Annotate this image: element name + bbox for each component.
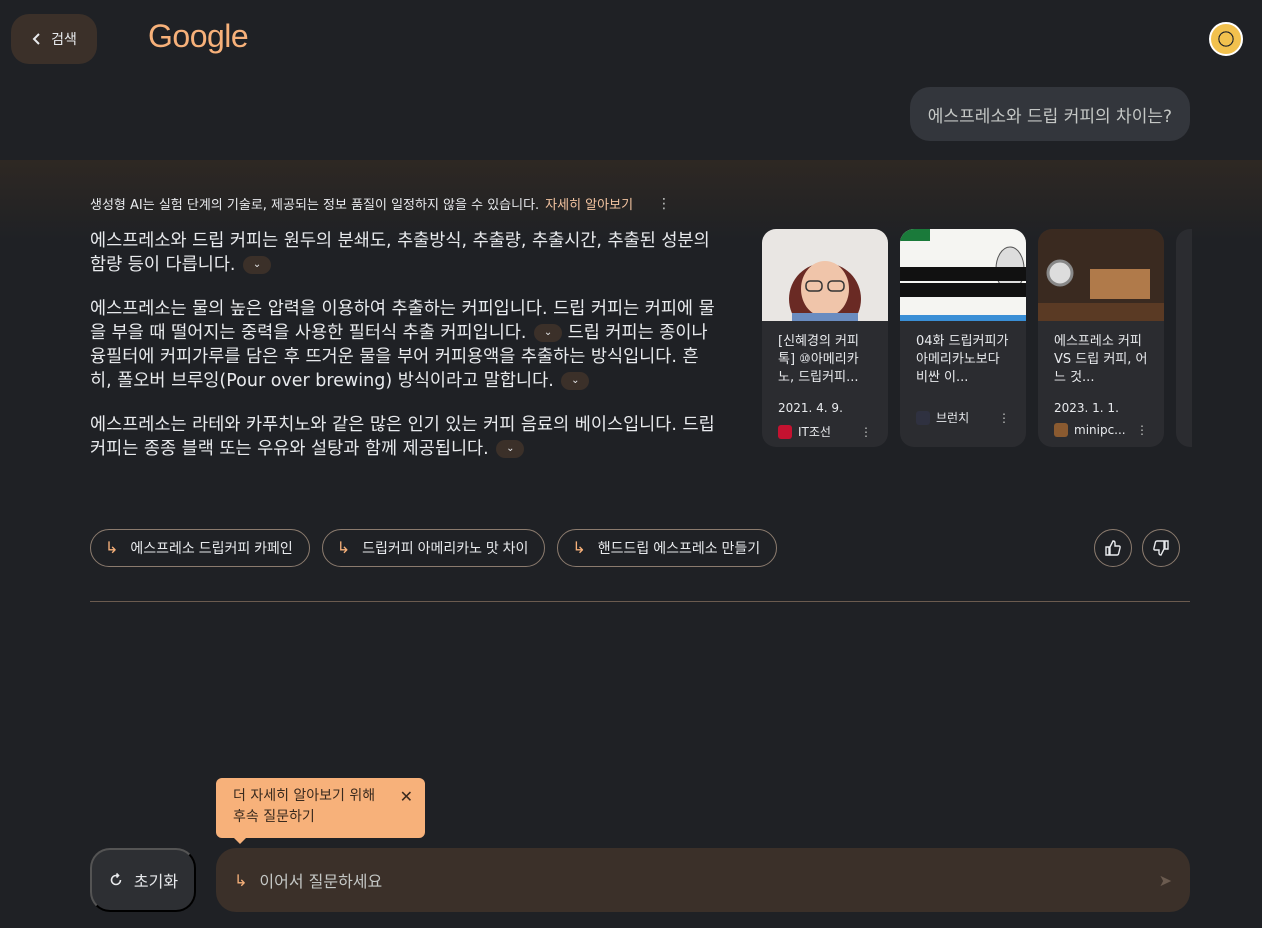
answer-text: 에스프레소는 라테와 카푸치노와 같은 많은 인기 있는 커피 음료의 베이스입…	[90, 415, 715, 459]
disclaimer-text: 생성형 AI는 실험 단계의 기술로, 제공되는 정보 품질이 일정하지 않을 …	[90, 198, 540, 213]
more-options-icon[interactable]: ⋮	[1136, 423, 1148, 437]
source-card[interactable]: 04화 드립커피가 아메리카노보다 비싼 이... 브런치 ⋮	[900, 229, 1026, 447]
google-logo[interactable]: Google	[148, 18, 249, 55]
top-bar: 검색 Google	[0, 0, 1262, 80]
chevron-down-icon[interactable]: ⌄	[496, 440, 525, 458]
followup-input[interactable]: ↳ 이어서 질문하세요 ➤	[216, 848, 1190, 912]
chevron-left-icon	[32, 33, 40, 45]
reply-arrow-icon: ↳	[105, 540, 119, 557]
reset-label: 초기화	[133, 874, 179, 891]
source-card[interactable]: [신혜경의 커피톡] ⑩아메리카노, 드립커피... 2021. 4. 9. I…	[762, 229, 888, 447]
tooltip-text: 더 자세히 알아보기 위해	[233, 788, 376, 804]
source-site: minipc... ⋮	[1038, 415, 1164, 437]
answer-paragraph: 에스프레소는 라테와 카푸치노와 같은 많은 인기 있는 커피 음료의 베이스입…	[90, 413, 720, 461]
thumbs-down-icon	[1153, 540, 1169, 556]
answer-paragraph: 에스프레소와 드립 커피는 원두의 분쇄도, 추출방식, 추출량, 추출시간, …	[90, 229, 720, 277]
site-favicon-icon	[778, 424, 792, 439]
more-options-icon[interactable]: ⋮	[657, 196, 671, 212]
followup-label: 드립커피 아메리카노 맛 차이	[362, 540, 529, 556]
more-options-icon[interactable]: ⋮	[998, 411, 1010, 425]
reply-arrow-icon: ↳	[234, 870, 248, 890]
chevron-down-icon[interactable]: ⌄	[534, 324, 563, 342]
answer-text: 에스프레소와 드립 커피는 원두의 분쇄도, 추출방식, 추출량, 추출시간, …	[90, 231, 710, 275]
source-date: 2021. 4. 9.	[778, 401, 843, 415]
reset-button[interactable]: 초기화	[90, 848, 196, 912]
chevron-down-icon[interactable]: ⌄	[561, 372, 590, 390]
input-placeholder: 이어서 질문하세요	[259, 872, 383, 891]
ai-answer: 에스프레소와 드립 커피는 원두의 분쇄도, 추출방식, 추출량, 추출시간, …	[90, 229, 720, 481]
source-site-name: minipc...	[1074, 423, 1126, 437]
thumbs-down-button[interactable]	[1142, 529, 1180, 567]
followup-chip[interactable]: ↳ 드립커피 아메리카노 맛 차이	[321, 529, 546, 567]
source-site: 브런치 ⋮	[900, 401, 1026, 426]
avatar[interactable]	[1209, 22, 1243, 56]
source-title: 에스프레소 커피 VS 드립 커피, 어느 것...	[1054, 334, 1148, 385]
source-cards: [신혜경의 커피톡] ⑩아메리카노, 드립커피... 2021. 4. 9. I…	[762, 229, 1192, 449]
section-divider	[90, 601, 1190, 602]
source-title: 04화 드립커피가 아메리카노보다 비싼 이...	[916, 334, 1009, 385]
followup-label: 에스프레소 드립커피 카페인	[130, 540, 293, 556]
close-icon[interactable]: ✕	[400, 786, 413, 807]
source-date: 2023. 1. 1.	[1054, 401, 1119, 415]
chevron-down-icon[interactable]: ⌄	[243, 256, 272, 274]
source-thumbnail	[762, 229, 888, 335]
site-favicon-icon	[1054, 423, 1068, 437]
followup-chips: ↳ 에스프레소 드립커피 카페인 ↳ 드립커피 아메리카노 맛 차이 ↳ 핸드드립 에…	[90, 529, 778, 567]
source-site-name: 브런치	[936, 411, 970, 425]
source-card-partial[interactable]	[1176, 229, 1192, 447]
source-site: IT조선 ⋮	[762, 415, 888, 440]
followup-chip[interactable]: ↳ 에스프레소 드립커피 카페인	[90, 529, 310, 567]
followup-tooltip: 더 자세히 알아보기 위해 후속 질문하기 ✕	[216, 778, 425, 844]
more-options-icon[interactable]: ⋮	[860, 425, 872, 439]
source-card[interactable]: 에스프레소 커피 VS 드립 커피, 어느 것... 2023. 1. 1. m…	[1038, 229, 1164, 447]
ai-disclaimer: 생성형 AI는 실험 단계의 기술로, 제공되는 정보 품질이 일정하지 않을 …	[90, 194, 671, 214]
reply-arrow-icon: ↳	[572, 540, 586, 557]
followup-label: 핸드드립 에스프레소 만들기	[597, 540, 761, 556]
thumbs-up-button[interactable]	[1094, 529, 1132, 567]
site-favicon-icon	[916, 410, 930, 425]
followup-chip[interactable]: ↳ 핸드드립 에스프레소 만들기	[557, 529, 778, 567]
user-query-bubble: 에스프레소와 드립 커피의 차이는?	[909, 87, 1190, 141]
source-site-name: IT조선	[798, 425, 831, 439]
back-to-search-button[interactable]: 검색	[11, 14, 97, 64]
send-icon[interactable]: ➤	[1159, 871, 1172, 890]
learn-more-link[interactable]: 자세히 알아보기	[545, 194, 633, 213]
refresh-icon	[110, 872, 122, 886]
source-thumbnail	[900, 229, 1026, 321]
back-button-label: 검색	[51, 31, 77, 47]
answer-paragraph: 에스프레소는 물의 높은 압력을 이용하여 추출하는 커피입니다. 드립 커피는…	[90, 297, 720, 393]
thumbs-up-icon	[1105, 540, 1121, 556]
reply-arrow-icon: ↳	[336, 540, 351, 557]
source-thumbnail	[1038, 229, 1164, 321]
source-title: [신혜경의 커피톡] ⑩아메리카노, 드립커피...	[778, 334, 859, 385]
tooltip-text: 후속 질문하기	[233, 809, 315, 825]
